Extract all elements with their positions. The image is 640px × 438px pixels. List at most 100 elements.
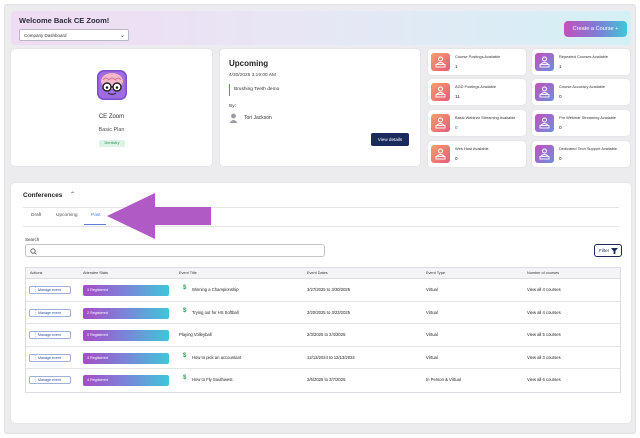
table-row: ⋮ Manage event 0 Registered Playing Volle… <box>26 324 620 347</box>
event-dates: 3/20/2025 to 3/23/2025 <box>307 309 351 315</box>
stat-card-pro-webinar: Pro Webinar Streaming Available 0 <box>532 110 630 136</box>
event-title[interactable]: Winning a Championship <box>192 287 239 292</box>
event-dates: 2/6/2025 to 3/7/2025 <box>307 377 346 383</box>
event-title[interactable]: How to pick an accountant <box>192 355 241 360</box>
filter-button[interactable]: Filter <box>594 244 622 257</box>
presenter-icon <box>435 148 446 160</box>
stat-label: Repeated Courses Available <box>559 54 609 59</box>
manage-event-label: Manage event <box>38 333 61 338</box>
stat-value: 0 <box>559 125 562 130</box>
conferences-table: Actions Attendee Stats Event Title Event… <box>25 267 621 393</box>
dollar-icon: $ <box>183 352 187 359</box>
event-title[interactable]: Trying out for HS Softball <box>192 310 239 315</box>
tab-upcoming[interactable]: Upcoming <box>56 213 78 218</box>
registered-bar: 4 Registered <box>83 375 169 387</box>
stat-value: 0 <box>559 94 562 99</box>
stat-card-course-accuracy: Course Accuracy Available 0 <box>532 79 630 105</box>
create-course-button[interactable]: Create a Course + <box>564 21 627 37</box>
view-details-button[interactable]: View details <box>371 133 409 146</box>
stat-card-web-host: Web Host Available 0 <box>428 141 526 167</box>
presenter-icon <box>539 148 550 160</box>
manage-event-button[interactable]: ⋮ Manage event <box>29 308 71 317</box>
presenter-icon <box>539 117 550 129</box>
stat-icon-bg <box>431 53 450 71</box>
view-courses-link[interactable]: View all 4 courses <box>527 310 561 315</box>
event-dates: 3/27/2025 to 3/30/2025 <box>307 287 351 292</box>
role-badge: Dentistry <box>99 140 125 147</box>
dashboard-select[interactable]: Company Dashboard ⌄ <box>19 29 129 41</box>
presenter-icon <box>539 86 550 98</box>
more-vertical-icon: ⋮ <box>33 309 38 316</box>
view-courses-link[interactable]: View all 4 courses <box>527 287 561 292</box>
manage-event-button[interactable]: ⋮ Manage event <box>29 331 71 340</box>
registered-bar: 4 Registered <box>83 352 169 364</box>
stat-card-agd-postings: AGD Postings Available 11 <box>428 79 526 105</box>
event-title[interactable]: How to Fly Southwest <box>192 377 233 382</box>
dollar-icon: $ <box>183 285 187 291</box>
tab-draft[interactable]: Draft <box>31 213 41 218</box>
upcoming-title: Upcoming <box>229 59 269 68</box>
event-dates: 12/13/2024 to 12/13/2024 <box>307 354 355 360</box>
column-header: Number of courses <box>527 271 560 275</box>
upcoming-date: 4/30/2025 3:19:00 AM <box>229 73 276 78</box>
column-header: Attendee Stats <box>83 271 108 275</box>
table-row: ⋮ Manage event 3 Registered $ Winning a C… <box>26 279 620 302</box>
stat-value: 0 <box>455 156 458 161</box>
stat-value: 0 <box>455 125 458 130</box>
dashboard-select-value: Company Dashboard <box>24 33 67 38</box>
column-header: Event Dates <box>307 271 328 275</box>
registered-bar: 2 Registered <box>83 307 169 319</box>
stat-card-basic-webinar: Basic Webinar Streaming Available 0 <box>428 110 526 136</box>
view-courses-link[interactable]: View all 6 courses <box>527 377 561 382</box>
column-header: Event Type <box>426 271 445 275</box>
manage-event-label: Manage event <box>38 378 61 383</box>
presenter-icon <box>435 86 446 98</box>
stat-card-course-postings: Course Postings Available 1 <box>428 49 526 75</box>
manage-event-button[interactable]: ⋮ Manage event <box>29 376 71 385</box>
stat-card-repeated-courses: Repeated Courses Available 1 <box>532 49 630 75</box>
stat-value: 1 <box>455 64 458 69</box>
active-tab-indicator <box>84 224 106 225</box>
presenter-icon <box>435 56 446 68</box>
more-vertical-icon: ⋮ <box>33 377 38 384</box>
stat-icon-bg <box>431 83 450 101</box>
column-header: Actions <box>30 271 43 275</box>
stat-value: 0 <box>559 156 562 161</box>
stat-icon-bg <box>535 53 554 71</box>
stat-card-tech-support: Dedicated Tech Support Available 0 <box>532 141 630 167</box>
upcoming-event-title: Brushing Teeth demo <box>229 84 279 96</box>
more-vertical-icon: ⋮ <box>33 332 38 339</box>
manage-event-button[interactable]: ⋮ Manage event <box>29 353 71 362</box>
stat-value: 11 <box>455 94 460 99</box>
search-label: Search <box>25 237 40 242</box>
event-type: Virtual <box>426 332 438 338</box>
table-row: ⋮ Manage event 2 Registered $ Trying out … <box>26 302 620 325</box>
chevron-down-icon: ⌄ <box>119 33 125 39</box>
manage-event-label: Manage event <box>38 288 61 292</box>
welcome-title: Welcome Back CE Zoom! <box>19 16 110 25</box>
presenter-icon <box>435 117 446 129</box>
tab-past[interactable]: Past <box>91 213 101 218</box>
welcome-banner: Welcome Back CE Zoom! Company Dashboard … <box>11 11 631 45</box>
stat-label: AGD Postings Available <box>455 84 497 89</box>
stat-label: Basic Webinar Streaming Available <box>455 115 516 120</box>
chevron-up-icon[interactable]: ⌃ <box>70 191 75 198</box>
plan-name: Basic Plan <box>98 127 125 133</box>
view-courses-link[interactable]: View all 3 courses <box>527 355 561 360</box>
brain-logo-icon <box>97 70 127 100</box>
registered-bar: 0 Registered <box>83 330 169 342</box>
person-icon <box>229 113 238 123</box>
filter-icon <box>611 248 618 254</box>
search-input[interactable] <box>25 244 325 257</box>
stat-label: Course Postings Available <box>455 54 501 59</box>
stat-label: Course Accuracy Available <box>559 84 605 89</box>
stat-label: Pro Webinar Streaming Available <box>559 115 616 120</box>
event-type: Virtual <box>426 287 438 292</box>
manage-event-button[interactable]: ⋮ Manage event <box>29 286 71 294</box>
event-type: Virtual <box>426 354 438 360</box>
dollar-icon: $ <box>183 307 187 314</box>
event-title[interactable]: Playing Volleyball <box>179 332 212 337</box>
stat-label: Web Host Available <box>455 146 489 151</box>
view-courses-link[interactable]: View all 5 courses <box>527 332 561 337</box>
stat-value: 1 <box>559 64 562 69</box>
